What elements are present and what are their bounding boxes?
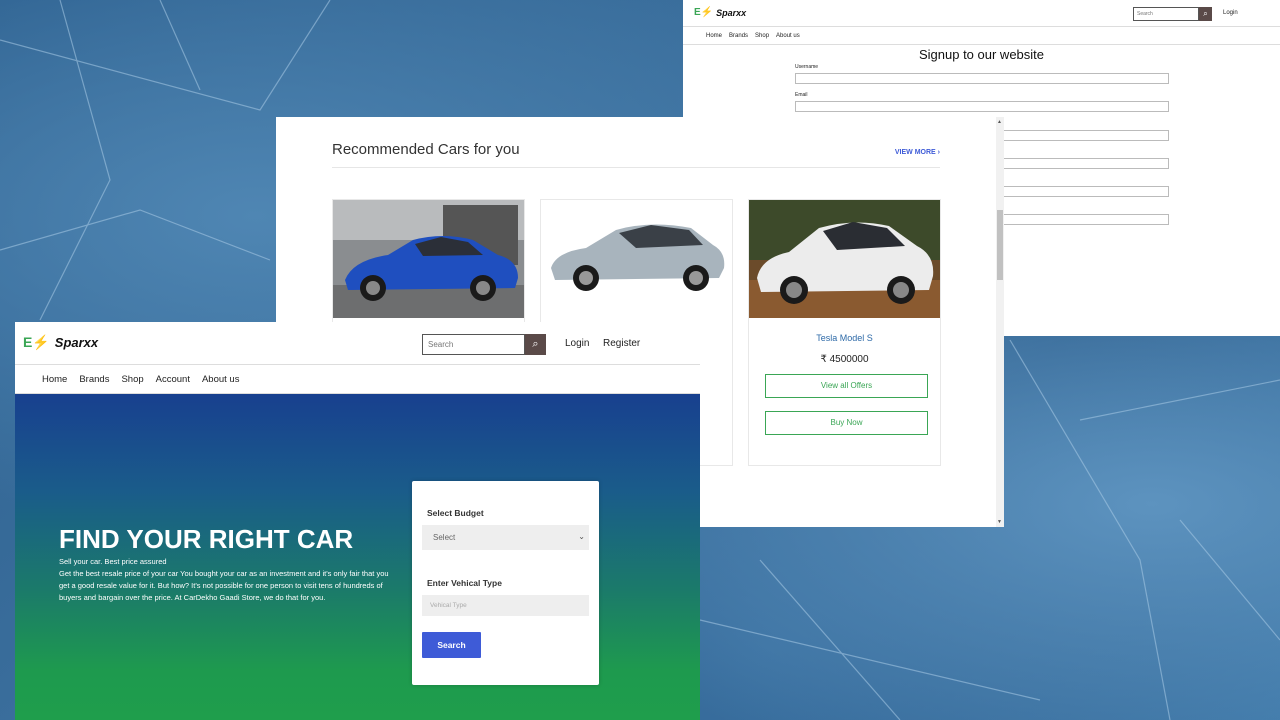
brand-name: Sparxx <box>54 335 99 350</box>
car-image <box>333 200 524 318</box>
brand-logo[interactable]: E⚡ Sparxx <box>23 334 98 351</box>
view-offers-button[interactable]: View all Offers <box>765 374 928 398</box>
search-submit-button[interactable]: Search <box>422 632 481 658</box>
chevron-right-icon: › <box>937 149 940 156</box>
car-price: ₹ 4500000 <box>820 354 869 365</box>
register-link[interactable]: Register <box>603 338 640 349</box>
email-label: Email <box>795 92 808 98</box>
scroll-down-icon[interactable]: ▼ <box>997 519 1002 525</box>
brand-name: Sparxx <box>716 7 747 18</box>
search-input[interactable]: Search <box>1133 7 1199 21</box>
scroll-up-icon[interactable]: ▲ <box>997 119 1002 125</box>
brand-logo[interactable]: E⚡ Sparxx <box>694 7 746 18</box>
menu-item-account[interactable]: Account <box>156 374 190 385</box>
car-image <box>749 200 940 318</box>
username-field[interactable] <box>795 73 1169 84</box>
search-button[interactable]: ⌕ <box>525 334 546 355</box>
budget-select[interactable]: Select ⌄ <box>422 525 589 550</box>
search-form-card: Select Budget Select ⌄ Enter Vehical Typ… <box>412 481 599 685</box>
menu-item-home[interactable]: Home <box>42 374 67 385</box>
signup-navbar: E⚡ Sparxx Search ⌕ Login <box>683 0 1280 27</box>
scrollbar-thumb[interactable] <box>997 210 1003 280</box>
budget-select-value: Select <box>433 533 456 542</box>
menu-item-about[interactable]: About us <box>776 33 800 39</box>
hero-window: E⚡ Sparxx Search ⌕ Login Register Home B… <box>15 322 700 720</box>
email-field[interactable] <box>795 101 1169 112</box>
chevron-down-icon: ⌄ <box>578 532 585 541</box>
scrollbar[interactable]: ▲ ▼ <box>996 117 1004 527</box>
menu-item-shop[interactable]: Shop <box>121 374 143 385</box>
logo-icon: E⚡ <box>23 334 50 350</box>
view-more-label: VIEW MORE <box>894 149 936 156</box>
hero-description: Get the best resale price of your car Yo… <box>59 569 389 602</box>
hero-menu: Home Brands Shop Account About us <box>15 365 700 394</box>
recommended-title: Recommended Cars for you <box>332 141 520 158</box>
search-icon: ⌕ <box>1203 9 1208 18</box>
car-name[interactable]: Tesla Model S <box>749 333 940 343</box>
hero-title: FIND YOUR RIGHT CAR <box>59 524 354 554</box>
car-card[interactable]: Tesla Model S ₹ 4500000 View all Offers … <box>748 199 941 466</box>
username-label: Username <box>795 64 819 70</box>
menu-item-shop[interactable]: Shop <box>755 33 769 39</box>
budget-label: Select Budget <box>427 508 484 518</box>
menu-item-brands[interactable]: Brands <box>729 33 748 39</box>
signup-title: Signup to our website <box>918 47 1045 62</box>
search-button[interactable]: ⌕ <box>1199 7 1212 21</box>
menu-item-brands[interactable]: Brands <box>79 374 109 385</box>
hero-navbar: E⚡ Sparxx Search ⌕ Login Register <box>15 322 700 365</box>
vehicle-type-label: Enter Vehical Type <box>427 578 502 588</box>
signup-menu: Home Brands Shop About us <box>683 27 1280 45</box>
recommended-header: Recommended Cars for you VIEW MORE › <box>332 141 940 168</box>
vehicle-type-input[interactable]: Vehical Type <box>422 595 589 616</box>
menu-item-home[interactable]: Home <box>706 33 722 39</box>
hero-banner: FIND YOUR RIGHT CAR Sell your car. Best … <box>15 394 700 720</box>
login-link[interactable]: Login <box>565 338 589 349</box>
car-image <box>541 200 732 318</box>
buy-now-button[interactable]: Buy Now <box>765 411 928 435</box>
search-input[interactable]: Search <box>422 334 525 355</box>
hero-subtitle: Sell your car. Best price assured <box>59 557 167 566</box>
login-link[interactable]: Login <box>1223 10 1238 16</box>
view-more-link[interactable]: VIEW MORE › <box>895 149 940 156</box>
search-icon: ⌕ <box>532 338 539 350</box>
logo-icon: E⚡ <box>694 7 714 18</box>
menu-item-about[interactable]: About us <box>202 374 240 385</box>
